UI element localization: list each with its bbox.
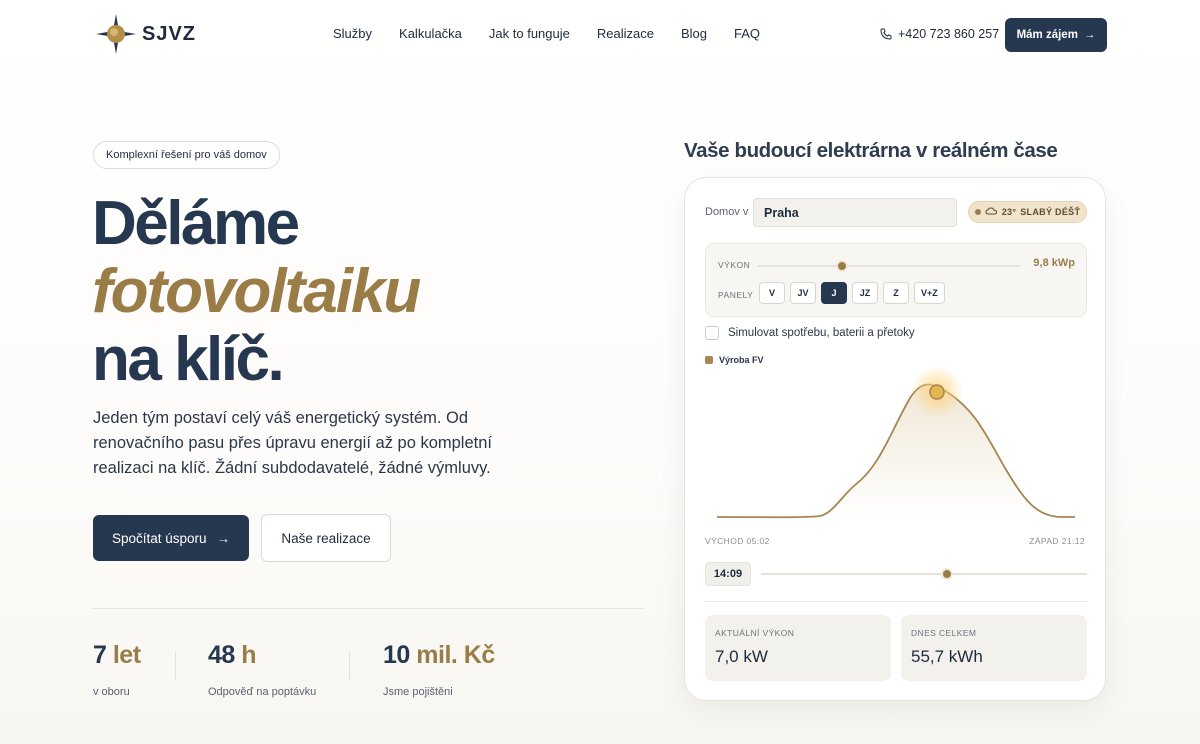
hero-title-line1: Děláme [92,189,300,258]
stat-unit: mil. Kč [416,641,495,669]
arrow-right-icon: → [216,530,231,546]
interest-button[interactable]: Mám zájem → [1005,18,1107,52]
weather-badge: 23° SLABÝ DÉŠŤ [968,201,1087,223]
weather-text: SLABÝ DÉŠŤ [1020,207,1081,217]
logo-text: SJVZ [142,22,197,45]
divider [93,608,643,609]
current-power-card: AKTUÁLNÍ VÝKON 7,0 kW [705,615,891,681]
panel-orientation-group: V JV J JZ Z V+Z [759,282,945,304]
cloud-rain-icon [985,207,997,215]
power-slider[interactable] [758,260,1020,272]
time-slider-handle[interactable] [940,568,953,580]
power-value: 9,8 kWp [1033,257,1075,269]
panel-option-v[interactable]: V [759,282,785,304]
production-area [717,384,1075,518]
calculate-savings-label: Spočítat úsporu [111,530,207,546]
simulate-checkbox[interactable] [705,326,719,340]
menu-item-faq[interactable]: FAQ [734,26,760,41]
menu-item-sluzby[interactable]: Služby [333,26,372,41]
panel-option-j[interactable]: J [821,282,847,304]
menu-item-kalkulacka[interactable]: Kalkulačka [399,26,462,41]
stat-unit: let [112,641,141,669]
today-total-value: 55,7 kWh [911,647,983,666]
hero-title: Děláme fotovoltaiku na klíč. [92,189,421,394]
legend-swatch [705,356,713,364]
phone-link[interactable]: +420 723 860 257 [880,27,999,41]
time-display: 14:09 [705,562,751,586]
menu-item-jak-to-funguje[interactable]: Jak to funguje [489,26,570,41]
weather-temp: 23° [1001,207,1017,217]
today-total-label: DNES CELKEM [911,628,977,638]
stat-label: Odpověď na poptávku [208,686,317,698]
phone-number: +420 723 860 257 [898,27,1000,41]
hero-lead: Jeden tým postaví celý váš energetický s… [93,409,492,477]
hero-badge: Komplexní řešení pro váš domov [93,141,280,169]
sunset-label: ZÁPAD 21:12 [1029,536,1085,546]
stat-years: 7 let v oboru [93,641,141,698]
compass-logo-icon [96,14,136,54]
current-time-glow [911,366,963,418]
sunrise-label: VÝCHOD 05:02 [705,536,770,546]
hero-title-accent: fotovoltaiku [92,257,421,326]
power-settings: VÝKON 9,8 kWp PANELY V JV J JZ Z V+Z [705,243,1087,317]
stat-value: 7 [93,641,107,669]
stat-response: 48 h Odpověď na poptávku [208,641,316,698]
panels-label: PANELY [718,290,754,300]
stat-label: v oboru [93,686,130,698]
legend-label: Výroba FV [719,355,764,365]
chart-legend: Výroba FV [705,355,764,365]
stat-value: 48 [208,641,235,669]
simulator-heading: Vaše budoucí elektrárna v reálném čase [684,139,1058,162]
calculate-savings-button[interactable]: Spočítat úsporu → [93,515,249,561]
time-slider[interactable] [761,568,1087,580]
menu-item-realizace[interactable]: Realizace [597,26,654,41]
today-total-card: DNES CELKEM 55,7 kWh [901,615,1087,681]
power-label: VÝKON [718,260,751,270]
stat-value: 10 [383,641,410,669]
top-navigation: SJVZ Služby Kalkulačka Jak to funguje Re… [0,0,1200,70]
panel-option-jz[interactable]: JZ [852,282,878,304]
panel-option-v-z[interactable]: V+Z [914,282,945,304]
current-power-value: 7,0 kW [715,647,768,666]
stat-separator [175,652,176,680]
menu-item-blog[interactable]: Blog [681,26,707,41]
status-dot-icon [974,209,981,215]
simulator-card: Domov v 23° SLABÝ DÉŠŤ VÝKON 9,8 kWp PAN… [684,177,1106,701]
stat-separator [349,652,350,680]
main-menu: Služby Kalkulačka Jak to funguje Realiza… [333,26,787,41]
location-label: Domov v [705,206,749,218]
stat-unit: h [241,641,257,669]
divider [705,601,1087,602]
stat-label: Jsme pojištěni [383,686,453,698]
power-slider-handle[interactable] [835,260,848,272]
our-projects-button[interactable]: Naše realizace [261,514,391,562]
panel-option-z[interactable]: Z [883,282,909,304]
phone-icon [880,28,892,40]
current-power-label: AKTUÁLNÍ VÝKON [715,628,795,638]
simulate-label[interactable]: Simulovat spotřebu, baterii a přetoky [728,327,915,339]
production-line [716,383,1075,519]
logo[interactable]: SJVZ [94,12,196,56]
arrow-right-icon: → [1083,29,1096,41]
interest-button-label: Mám zájem [1016,29,1078,41]
panel-option-jv[interactable]: JV [790,282,816,304]
stat-insurance: 10 mil. Kč Jsme pojištěni [383,641,495,698]
hero-title-line3: na klíč. [92,325,285,394]
current-time-marker [929,384,945,400]
location-input[interactable] [753,198,957,227]
